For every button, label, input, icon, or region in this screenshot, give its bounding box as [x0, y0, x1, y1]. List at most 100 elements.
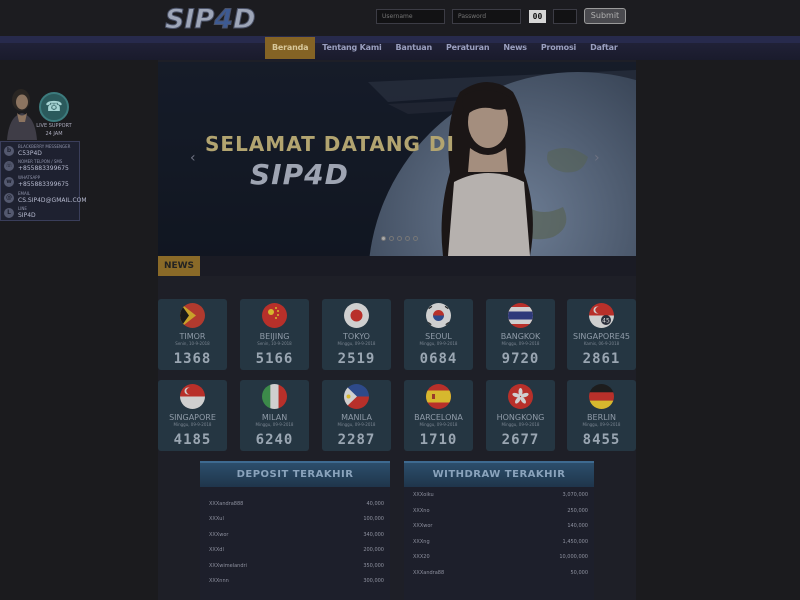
- result-card-barcelona[interactable]: BARCELONA Minggu, 09-9-2018 1710: [404, 380, 473, 451]
- nav-item-daftar[interactable]: Daftar: [583, 37, 625, 59]
- withdraw-panel: WITHDRAW TERAKHIR XXXoiku 3,070,000 XXXno…: [404, 461, 594, 600]
- result-date: Minggu, 09-9-2018: [419, 341, 458, 346]
- withdraw-amount: 3,070,000: [562, 492, 588, 498]
- deposit-amount: 200,000: [363, 547, 384, 553]
- carousel-next-arrow[interactable]: ›: [594, 150, 600, 166]
- deposit-name: XXXdl: [209, 547, 224, 553]
- result-number: 2287: [337, 432, 376, 448]
- captcha-image: 00: [529, 9, 546, 23]
- withdraw-row: XXXoiku 3,070,000: [413, 492, 588, 502]
- withdraw-row: XXXwor 140,000: [413, 523, 588, 533]
- singapore45-flag-icon: 45: [589, 303, 614, 328]
- banner-title: SELAMAT DATANG DI: [205, 132, 455, 156]
- news-label[interactable]: NEWS: [158, 256, 200, 276]
- contact-whatsapp[interactable]: w WHATSAPP +855883399675: [4, 175, 78, 189]
- nav-item-tentang-kami[interactable]: Tentang Kami: [315, 37, 388, 59]
- result-card-tokyo[interactable]: TOKYO Minggu, 09-9-2018 2519: [322, 299, 391, 370]
- phone-icon: ☏: [4, 161, 14, 171]
- result-card-bangkok[interactable]: BANGKOK Minggu, 09-9-2018 9720: [486, 299, 555, 370]
- result-number: 5166: [255, 351, 294, 367]
- password-input[interactable]: [452, 8, 521, 24]
- deposit-amount: 40,000: [366, 501, 385, 507]
- carousel-dot[interactable]: [413, 236, 418, 241]
- result-city: MILAN: [261, 413, 288, 422]
- result-city: BEIJING: [259, 332, 290, 341]
- withdraw-name: XXXng: [413, 539, 430, 545]
- result-date: Senin, 10-9-2018: [175, 341, 210, 346]
- deposit-amount: 100,000: [363, 516, 384, 522]
- result-city: HONGKONG: [496, 413, 545, 422]
- result-number: 1368: [173, 351, 212, 367]
- result-card-singapore[interactable]: SINGAPORE Minggu, 09-9-2018 4185: [158, 380, 227, 451]
- result-card-milan[interactable]: MILAN Minggu, 09-9-2018 6240: [240, 380, 309, 451]
- thailand-flag-icon: [508, 303, 533, 328]
- phone-icon[interactable]: ☎: [39, 92, 69, 122]
- result-number: 2677: [501, 432, 540, 448]
- carousel-prev-arrow[interactable]: ‹: [190, 150, 196, 166]
- live-support-text: LIVE SUPPORT: [36, 123, 72, 129]
- withdraw-amount: 250,000: [567, 508, 588, 514]
- header: SIP4D 00 Submit: [0, 0, 800, 36]
- nav-item-peraturan[interactable]: Peraturan: [439, 37, 496, 59]
- withdraw-amount: 140,000: [567, 523, 588, 529]
- contact-email[interactable]: @ EMAIL CS.SIP4D@GMAIL.COM: [4, 191, 87, 205]
- result-number: 2519: [337, 351, 376, 367]
- result-date: Senin, 10-9-2018: [257, 341, 292, 346]
- italy-flag-icon: [262, 384, 287, 409]
- contact-line[interactable]: L LINE SIP4D: [4, 206, 78, 220]
- result-date: Kamis, 06-9-2018: [583, 341, 620, 346]
- singapore-flag-icon: [180, 384, 205, 409]
- banner-background: [158, 62, 636, 256]
- live-support-hours: 24 JAM: [45, 131, 63, 137]
- result-date: Minggu, 09-9-2018: [501, 422, 540, 427]
- username-input[interactable]: [376, 8, 445, 24]
- withdraw-row: XXXno 250,000: [413, 508, 588, 518]
- support-agent-image: [7, 89, 37, 140]
- captcha-input[interactable]: [553, 8, 577, 24]
- site-logo[interactable]: SIP4D: [163, 2, 273, 35]
- carousel-dot[interactable]: [389, 236, 394, 241]
- nav-item-beranda[interactable]: Beranda: [265, 37, 316, 59]
- result-card-seoul[interactable]: SEOUL Minggu, 09-9-2018 0684: [404, 299, 473, 370]
- contact-phone[interactable]: ☏ NOMER TELPON / SMS +855883399675: [4, 159, 78, 173]
- withdraw-name: XXX20: [413, 554, 430, 560]
- result-number: 4185: [173, 432, 212, 448]
- contact-value: SIP4D: [18, 212, 36, 219]
- deposit-row: XXXwimelandri 350,000: [209, 563, 384, 573]
- submit-button[interactable]: Submit: [584, 8, 626, 24]
- login-form: 00 Submit: [376, 8, 626, 24]
- withdraw-row: XXX20 10,000,000: [413, 554, 588, 564]
- result-city: SINGAPORE: [169, 413, 216, 422]
- result-card-timor[interactable]: TIMOR Senin, 10-9-2018 1368: [158, 299, 227, 370]
- philippines-flag-icon: [344, 384, 369, 409]
- japan-flag-icon: [344, 303, 369, 328]
- result-card-hongkong[interactable]: HONGKONG Minggu, 09-9-2018 2677: [486, 380, 555, 451]
- carousel-dot[interactable]: [397, 236, 402, 241]
- result-city: BERLIN: [587, 413, 616, 422]
- result-card-berlin[interactable]: BERLIN Minggu, 09-9-2018 8455: [567, 380, 636, 451]
- result-card-manila[interactable]: MANILA Minggu, 09-9-2018 2287: [322, 380, 391, 451]
- deposit-amount: 340,000: [363, 532, 384, 538]
- withdraw-name: XXXoiku: [413, 492, 434, 498]
- carousel-dot[interactable]: [405, 236, 410, 241]
- nav-item-bantuan[interactable]: Bantuan: [389, 37, 439, 59]
- email-icon: @: [4, 193, 14, 203]
- deposit-name: XXXul: [209, 516, 224, 522]
- deposit-row: XXXwor 340,000: [209, 532, 384, 542]
- result-date: Minggu, 09-9-2018: [173, 422, 212, 427]
- result-number: 6240: [255, 432, 294, 448]
- deposit-name: XXXwor: [209, 532, 229, 538]
- contact-bbm[interactable]: b BLACKBERRY MESSENGER C53P4D: [4, 144, 78, 158]
- germany-flag-icon: [589, 384, 614, 409]
- spain-flag-icon: [426, 384, 451, 409]
- result-city: BARCELONA: [414, 413, 463, 422]
- nav-item-news[interactable]: News: [496, 37, 533, 59]
- result-number: 2861: [582, 351, 621, 367]
- nav-item-promosi[interactable]: Promosi: [534, 37, 583, 59]
- result-card-singapore45[interactable]: 45 SINGAPORE45 Kamis, 06-9-2018 2861: [567, 299, 636, 370]
- result-card-beijing[interactable]: BEIJING Senin, 10-9-2018 5166: [240, 299, 309, 370]
- carousel-dot[interactable]: [381, 236, 386, 241]
- contact-value: C53P4D: [18, 150, 42, 157]
- svg-text:45: 45: [602, 318, 610, 325]
- result-number: 0684: [419, 351, 458, 367]
